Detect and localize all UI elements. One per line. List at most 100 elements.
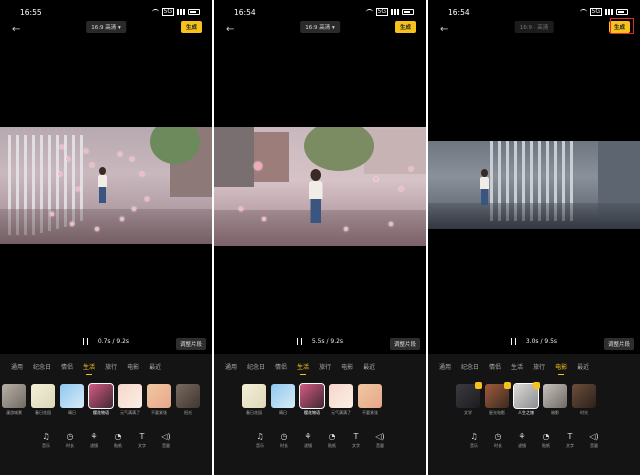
category-tabs: 通用 纪念日 情侣 生活 旅行 电影 最近 (220, 362, 422, 375)
template-list: 春日花园 晴日 樱花物语 元气满满了 不要紧张 (214, 383, 426, 418)
template-item[interactable]: 不要紧张 (147, 384, 171, 418)
template-item-selected[interactable]: 樱花物语 (299, 383, 325, 418)
tool-music[interactable]: ♫ 音乐 (39, 432, 53, 449)
ratio-quality-dropdown[interactable]: 16:9 高清 ▾ (86, 21, 126, 33)
template-panel: 通用 纪念日 情侣 生活 旅行 电影 最近 春日花园 晴日 樱花物语 元气满满了… (214, 354, 426, 475)
tool-music[interactable]: ♫ 音乐 (467, 432, 481, 449)
template-item[interactable]: 春日花园 (242, 384, 266, 418)
template-item[interactable]: 阳光 (176, 384, 200, 418)
battery-icon (616, 9, 628, 15)
pause-icon[interactable] (510, 338, 516, 345)
tab-movie[interactable]: 电影 (550, 362, 572, 375)
clock-icon: ◷ (66, 432, 74, 441)
tab-anniversary[interactable]: 纪念日 (242, 362, 270, 371)
tab-anniversary[interactable]: 纪念日 (28, 362, 56, 371)
adjust-clips-button[interactable]: 调整片段 (389, 338, 420, 350)
filter-icon: ⚘ (90, 432, 98, 441)
tool-duration[interactable]: ◷ 时长 (491, 432, 505, 449)
signal-icon (391, 9, 399, 15)
adjust-clips-button[interactable]: 调整片段 (603, 338, 634, 350)
premium-badge (533, 382, 540, 389)
tab-anniversary[interactable]: 纪念日 (456, 362, 484, 371)
tab-general[interactable]: 通用 (6, 362, 28, 371)
template-item[interactable]: 文学 (456, 382, 482, 418)
sticker-icon: ◔ (328, 432, 336, 441)
template-item[interactable]: 时光 (572, 384, 596, 418)
pause-icon[interactable] (296, 338, 302, 345)
template-item[interactable]: 晴日 (271, 384, 295, 418)
ratio-quality-dropdown[interactable]: 16:9 · 高清 (514, 21, 554, 33)
video-preview (0, 127, 212, 244)
tool-text[interactable]: T 文字 (349, 432, 363, 449)
tool-duration[interactable]: ◷ 时长 (63, 432, 77, 449)
signal-icon (177, 9, 185, 15)
status-icons: 5G (365, 8, 414, 16)
ratio-quality-dropdown[interactable]: 16:9 高清 ▾ (300, 21, 340, 33)
tool-filter[interactable]: ⚘ 滤镜 (87, 432, 101, 449)
adjust-clips-button[interactable]: 调整片段 (175, 338, 206, 350)
tool-sticker[interactable]: ◔ 贴纸 (539, 432, 553, 449)
music-icon: ♫ (470, 432, 478, 441)
text-icon: T (139, 432, 145, 441)
generate-button[interactable]: 生成 (394, 21, 416, 33)
tool-music[interactable]: ♫ 音乐 (253, 432, 267, 449)
tab-travel[interactable]: 旅行 (100, 362, 122, 371)
tab-recent[interactable]: 最近 (144, 362, 166, 371)
template-item[interactable]: 元气满满了 (329, 384, 353, 418)
template-item[interactable]: 晴日 (60, 384, 84, 418)
template-item[interactable]: 不要紧张 (358, 384, 382, 418)
template-item[interactable]: 星光电影 (485, 382, 511, 418)
template-item[interactable]: 暗影 (543, 384, 567, 418)
template-item[interactable]: 元气满满了 (118, 384, 142, 418)
tool-duration[interactable]: ◷ 时长 (277, 432, 291, 449)
tool-filter[interactable]: ⚘ 滤镜 (301, 432, 315, 449)
tool-volume[interactable]: ◁) 音量 (587, 432, 601, 449)
tab-couple[interactable]: 情侣 (270, 362, 292, 371)
wifi-icon (151, 9, 159, 15)
tool-filter[interactable]: ⚘ 滤镜 (515, 432, 529, 449)
tool-volume[interactable]: ◁) 音量 (159, 432, 173, 449)
tool-sticker[interactable]: ◔ 贴纸 (325, 432, 339, 449)
status-time: 16:54 (234, 8, 256, 17)
tab-life[interactable]: 生活 (78, 362, 100, 375)
tab-life[interactable]: 生活 (506, 362, 528, 371)
clock-icon: ◷ (280, 432, 288, 441)
tab-general[interactable]: 通用 (434, 362, 456, 371)
tab-couple[interactable]: 情侣 (56, 362, 78, 371)
screens-container: 16:55 5G ← 16:9 高清 ▾ 生成 0.7s / 9.2s 调整片段… (0, 0, 640, 475)
tab-travel[interactable]: 旅行 (314, 362, 336, 371)
pause-icon[interactable] (82, 338, 88, 345)
tab-travel[interactable]: 旅行 (528, 362, 550, 371)
generate-button[interactable]: 生成 (180, 21, 202, 33)
playback-time: 0.7s / 9.2s (97, 338, 130, 345)
status-time: 16:55 (20, 8, 42, 17)
tool-sticker[interactable]: ◔ 贴纸 (111, 432, 125, 449)
status-bar: 16:54 5G (214, 8, 426, 20)
status-icons: 5G (579, 8, 628, 16)
premium-badge (475, 382, 482, 389)
back-arrow-icon[interactable]: ← (226, 24, 234, 35)
blossom (60, 145, 64, 149)
tab-movie[interactable]: 电影 (122, 362, 144, 371)
template-item[interactable]: 漫游城景 (2, 384, 26, 418)
person (309, 169, 323, 223)
tool-text[interactable]: T 文字 (563, 432, 577, 449)
status-bar: 16:55 5G (0, 8, 212, 20)
template-item-selected[interactable]: 人生之旅 (513, 382, 540, 418)
music-icon: ♫ (42, 432, 50, 441)
template-item[interactable]: 春日花园 (31, 384, 55, 418)
tab-recent[interactable]: 最近 (572, 362, 594, 371)
tool-text[interactable]: T 文字 (135, 432, 149, 449)
tab-movie[interactable]: 电影 (336, 362, 358, 371)
tab-life[interactable]: 生活 (292, 362, 314, 375)
tab-general[interactable]: 通用 (220, 362, 242, 371)
battery-icon (402, 9, 414, 15)
template-item-selected[interactable]: 樱花物语 (88, 383, 114, 418)
toolbar: ♫ 音乐 ◷ 时长 ⚘ 滤镜 ◔ 贴纸 T 文字 ◁) 音量 (0, 432, 212, 449)
back-arrow-icon[interactable]: ← (440, 24, 448, 35)
tab-couple[interactable]: 情侣 (484, 362, 506, 371)
filter-icon: ⚘ (518, 432, 526, 441)
back-arrow-icon[interactable]: ← (12, 24, 20, 35)
tab-recent[interactable]: 最近 (358, 362, 380, 371)
tool-volume[interactable]: ◁) 音量 (373, 432, 387, 449)
